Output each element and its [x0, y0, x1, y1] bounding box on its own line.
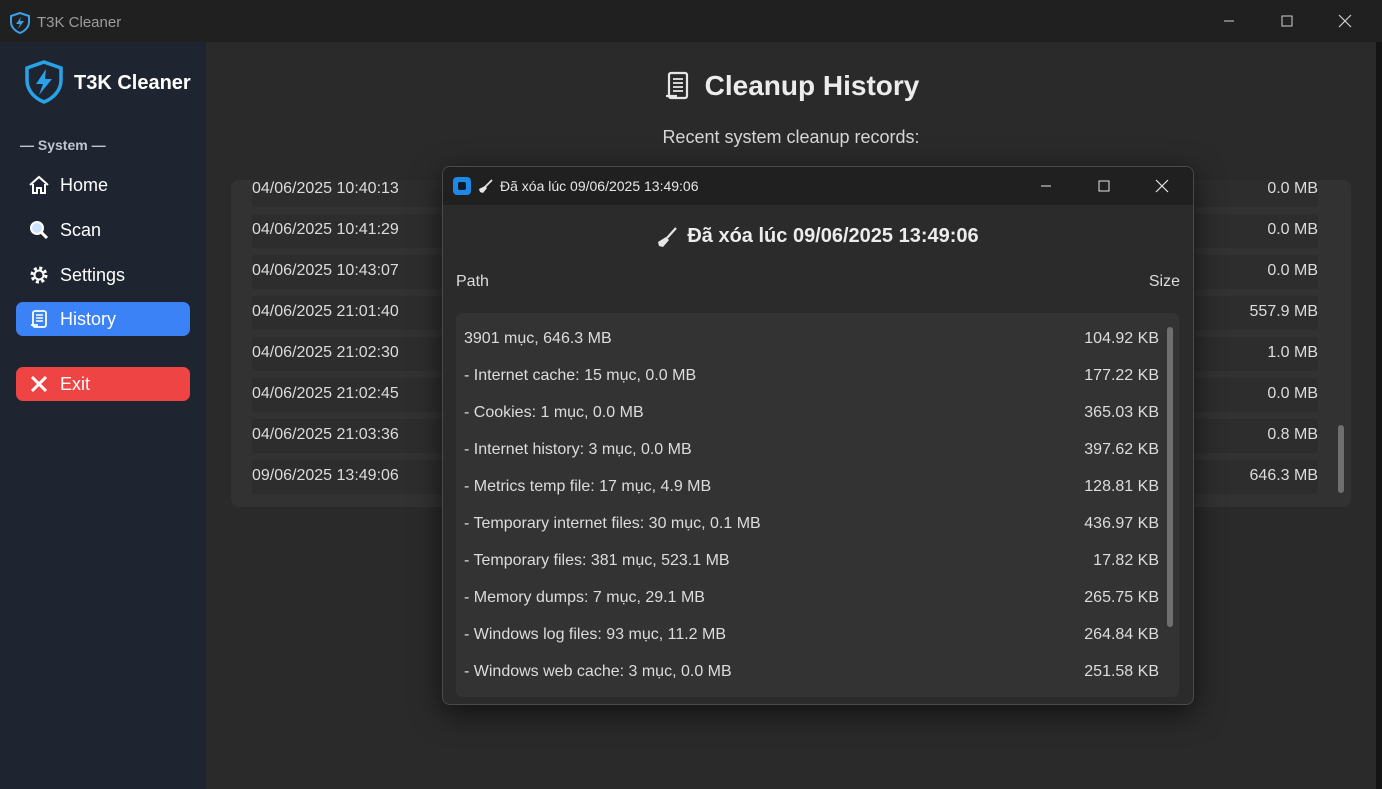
cleanup-detail-dialog: Đã xóa lúc 09/06/2025 13:49:06 Đã xóa lú…	[442, 166, 1194, 705]
sidebar-item-home[interactable]: Home	[16, 168, 190, 202]
column-header-size: Size	[1148, 273, 1180, 290]
history-scrollbar[interactable]	[1338, 425, 1344, 493]
history-size: 0.8 MB	[1267, 426, 1318, 443]
minimize-button[interactable]	[1200, 0, 1258, 42]
close-icon	[1155, 179, 1169, 193]
gear-icon	[28, 264, 50, 286]
history-size: 1.0 MB	[1267, 344, 1318, 361]
scroll-icon	[665, 71, 688, 100]
history-date: 04/06/2025 21:02:45	[252, 385, 399, 402]
item-path: - Memory dumps: 7 mục, 29.1 MB	[464, 589, 705, 606]
app-shield-icon	[9, 11, 31, 35]
sidebar-item-label: Settings	[60, 264, 126, 285]
history-date: 04/06/2025 10:40:13	[252, 180, 399, 197]
search-icon	[28, 219, 50, 241]
item-size: 251.58 KB	[1084, 663, 1159, 680]
item-size: 436.97 KB	[1084, 515, 1159, 532]
sidebar-item-scan[interactable]: Scan	[16, 213, 190, 247]
sidebar-item-label: Home	[60, 174, 109, 195]
dialog-heading-text: Đã xóa lúc 09/06/2025 13:49:06	[687, 225, 979, 247]
list-item[interactable]: - Windows web cache: 3 mục, 0.0 MB 251.5…	[464, 654, 1159, 690]
dialog-minimize-button[interactable]	[1017, 167, 1075, 205]
item-size: 17.82 KB	[1093, 552, 1159, 569]
history-date: 09/06/2025 13:49:06	[252, 467, 399, 484]
list-item[interactable]: - Windows log files: 93 mục, 11.2 MB 264…	[464, 617, 1159, 653]
history-date: 04/06/2025 21:01:40	[252, 303, 399, 320]
window-edge	[1376, 42, 1382, 789]
column-header-path: Path	[456, 273, 489, 290]
list-item[interactable]: - Memory dumps: 7 mục, 29.1 MB 265.75 KB	[464, 580, 1159, 616]
app-titlebar: T3K Cleaner	[0, 0, 1382, 42]
history-size: 0.0 MB	[1267, 180, 1318, 197]
item-path: - Internet history: 3 mục, 0.0 MB	[464, 441, 692, 458]
dialog-scrollbar[interactable]	[1167, 327, 1173, 627]
minimize-icon	[1041, 185, 1051, 187]
sidebar-item-history[interactable]: History	[16, 302, 190, 336]
item-path: - Windows web cache: 3 mục, 0.0 MB	[464, 663, 732, 680]
item-path: - Temporary internet files: 30 mục, 0.1 …	[464, 515, 761, 532]
item-path: 3901 mục, 646.3 MB	[464, 330, 612, 347]
sidebar-item-label: History	[60, 308, 117, 329]
page-title: Cleanup History	[206, 70, 1376, 102]
item-path: - Internet cache: 15 mục, 0.0 MB	[464, 367, 697, 384]
history-date: 04/06/2025 10:43:07	[252, 262, 399, 279]
dialog-title: Đã xóa lúc 09/06/2025 13:49:06	[500, 178, 699, 194]
dialog-close-button[interactable]	[1133, 167, 1191, 205]
maximize-icon	[1281, 15, 1293, 27]
sidebar-item-settings[interactable]: Settings	[16, 258, 190, 292]
dialog-heading: Đã xóa lúc 09/06/2025 13:49:06	[443, 225, 1193, 248]
item-path: - Metrics temp file: 17 mục, 4.9 MB	[464, 478, 712, 495]
list-item[interactable]: - Internet cache: 15 mục, 0.0 MB 177.22 …	[464, 358, 1159, 394]
dialog-maximize-button[interactable]	[1075, 167, 1133, 205]
item-path: - Windows log files: 93 mục, 11.2 MB	[464, 626, 727, 643]
item-path: - Cookies: 1 mục, 0.0 MB	[464, 404, 644, 421]
item-size: 104.92 KB	[1084, 330, 1159, 347]
exit-button[interactable]: Exit	[16, 367, 190, 401]
item-size: 177.22 KB	[1084, 367, 1159, 384]
history-date: 04/06/2025 21:02:30	[252, 344, 399, 361]
item-size: 264.84 KB	[1084, 626, 1159, 643]
item-size: 365.03 KB	[1084, 404, 1159, 421]
sidebar-item-label: Scan	[60, 219, 102, 240]
item-size: 128.81 KB	[1084, 478, 1159, 495]
section-label: — System —	[20, 137, 106, 153]
list-item[interactable]: - Temporary internet files: 30 mục, 0.1 …	[464, 506, 1159, 542]
sidebar: T3K Cleaner — System — Home Scan Setting…	[0, 42, 206, 789]
history-date: 04/06/2025 21:03:36	[252, 426, 399, 443]
history-size: 0.0 MB	[1267, 221, 1318, 238]
item-size: 397.62 KB	[1084, 441, 1159, 458]
home-icon	[28, 174, 50, 196]
brand-name: T3K Cleaner	[74, 72, 191, 94]
history-size: 557.9 MB	[1249, 303, 1318, 320]
list-item[interactable]: - Internet history: 3 mục, 0.0 MB 397.62…	[464, 432, 1159, 468]
page-subtitle: Recent system cleanup records:	[662, 127, 920, 147]
list-item[interactable]: - Cookies: 1 mục, 0.0 MB 365.03 KB	[464, 395, 1159, 431]
app-icon	[453, 177, 471, 195]
page-title-text: Cleanup History	[704, 70, 920, 101]
close-x-icon	[28, 373, 50, 395]
dialog-titlebar: Đã xóa lúc 09/06/2025 13:49:06	[443, 167, 1193, 205]
history-size: 0.0 MB	[1267, 262, 1318, 279]
scroll-icon	[28, 308, 50, 330]
item-path: - Temporary files: 381 mục, 523.1 MB	[464, 552, 730, 569]
close-icon	[1338, 14, 1352, 28]
history-size: 646.3 MB	[1249, 467, 1318, 484]
broom-icon	[478, 178, 494, 199]
logo-shield-icon	[23, 60, 65, 104]
close-button[interactable]	[1316, 0, 1374, 42]
list-item[interactable]: - Temporary files: 381 mục, 523.1 MB 17.…	[464, 543, 1159, 579]
history-size: 0.0 MB	[1267, 385, 1318, 402]
list-item[interactable]: 3901 mục, 646.3 MB 104.92 KB	[464, 321, 1159, 357]
cleanup-item-list[interactable]: 3901 mục, 646.3 MB 104.92 KB - Internet …	[456, 313, 1179, 697]
history-date: 04/06/2025 10:41:29	[252, 221, 399, 238]
broom-icon	[658, 226, 678, 247]
list-item[interactable]: - Metrics temp file: 17 mục, 4.9 MB 128.…	[464, 469, 1159, 505]
window-title: T3K Cleaner	[37, 14, 122, 31]
maximize-button[interactable]	[1258, 0, 1316, 42]
exit-label: Exit	[60, 373, 91, 394]
item-size: 265.75 KB	[1084, 589, 1159, 606]
maximize-icon	[1098, 180, 1110, 192]
minimize-icon	[1224, 20, 1234, 22]
